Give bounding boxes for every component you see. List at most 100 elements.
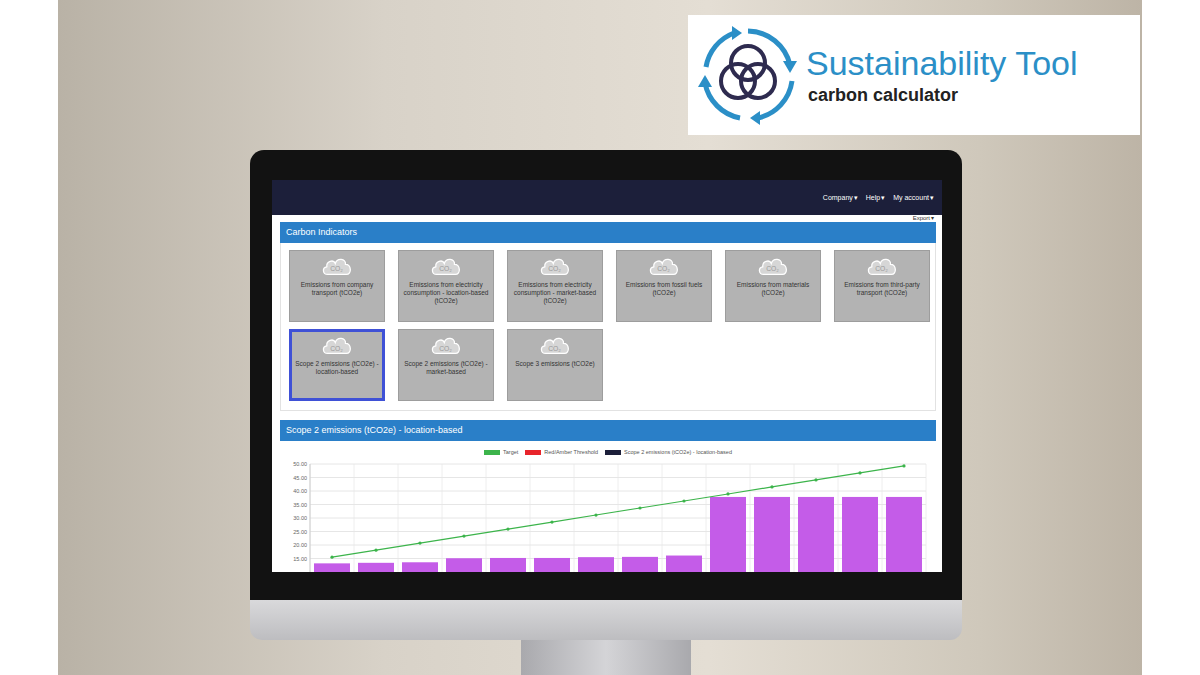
emissions-bar[interactable]: [534, 558, 570, 572]
emissions-bar[interactable]: [710, 497, 746, 572]
tile-label: Scope 3 emissions (tCO2e): [515, 360, 594, 368]
target-point[interactable]: [594, 513, 597, 516]
co2-cloud-icon: CO₂: [756, 255, 790, 277]
tile-label: Emissions from materials (tCO2e): [730, 281, 816, 297]
target-point[interactable]: [770, 485, 773, 488]
emissions-bar[interactable]: [798, 497, 834, 572]
indicator-tile[interactable]: CO₂ Emissions from company transport (tCO…: [289, 250, 385, 322]
emissions-bar[interactable]: [402, 562, 438, 572]
svg-text:CO₂: CO₂: [548, 345, 561, 352]
svg-text:CO₂: CO₂: [330, 345, 343, 352]
caret-icon: ▾: [854, 194, 858, 201]
y-axis: [310, 464, 311, 572]
emissions-bar[interactable]: [578, 557, 614, 572]
indicator-tile[interactable]: CO₂ Scope 2 emissions (tCO2e) - location-…: [289, 329, 385, 401]
panel-header: Carbon Indicators: [280, 222, 936, 243]
tile-label: Emissions from electricity consumption -…: [512, 281, 598, 305]
chart-panel: Scope 2 emissions (tCO2e) - location-bas…: [280, 420, 936, 572]
tile-grid: CO₂ Emissions from company transport (tCO…: [280, 243, 936, 411]
co2-cloud-icon: CO₂: [647, 255, 681, 277]
caret-icon: ▾: [930, 194, 934, 201]
monitor-stand: [521, 640, 691, 675]
target-point[interactable]: [374, 549, 377, 552]
legend-swatch-icon: [525, 450, 541, 455]
y-tick-label: 45.00: [293, 475, 307, 481]
target-point[interactable]: [858, 471, 861, 474]
legend-item[interactable]: Scope 2 emissions (tCO2e) - location-bas…: [605, 449, 732, 455]
chart-legend: Target Red/Amber Threshold Scope 2 emissio…: [280, 445, 936, 459]
bar-chart: 50.0045.0040.0035.0030.0025.0020.0015.00: [280, 459, 936, 572]
background-photo: Sustainability Toolcarbon calculator Comp…: [58, 0, 1142, 675]
co2-cloud-icon: CO₂: [429, 255, 463, 277]
indicator-tile[interactable]: CO₂ Emissions from electricity consumptio…: [507, 250, 603, 322]
y-tick-label: 30.00: [293, 515, 307, 521]
indicator-tile[interactable]: CO₂ Emissions from electricity consumptio…: [398, 250, 494, 322]
legend-item[interactable]: Target: [484, 449, 518, 455]
tile-label: Emissions from electricity consumption -…: [403, 281, 489, 305]
tile-label: Scope 2 emissions (tCO2e) - market-based: [403, 360, 489, 376]
tile-label: Emissions from fossil fuels (tCO2e): [621, 281, 707, 297]
target-point[interactable]: [726, 492, 729, 495]
logo: Sustainability Toolcarbon calculator: [688, 15, 1140, 135]
svg-text:CO₂: CO₂: [875, 266, 888, 273]
indicator-tile[interactable]: CO₂ Scope 2 emissions (tCO2e) - market-ba…: [398, 329, 494, 401]
nav-menu[interactable]: Help▾: [866, 194, 885, 202]
logo-subtitle: carbon calculator: [808, 84, 1078, 107]
svg-text:CO₂: CO₂: [766, 266, 779, 273]
indicator-tile[interactable]: CO₂ Emissions from fossil fuels (tCO2e): [616, 250, 712, 322]
co2-cloud-icon: CO₂: [429, 334, 463, 356]
target-point[interactable]: [506, 527, 509, 530]
target-point[interactable]: [814, 478, 817, 481]
indicator-tile[interactable]: CO₂ Scope 3 emissions (tCO2e): [507, 329, 603, 401]
tile-label: Emissions from company transport (tCO2e): [294, 281, 380, 297]
target-point[interactable]: [682, 499, 685, 502]
caret-icon: ▾: [881, 194, 885, 201]
svg-text:CO₂: CO₂: [330, 266, 343, 273]
tile-label: Emissions from third-party transport (tC…: [839, 281, 925, 297]
page: Sustainability Toolcarbon calculator Comp…: [0, 0, 1200, 675]
grid-line: [310, 464, 926, 465]
y-tick-label: 25.00: [293, 529, 307, 535]
target-point[interactable]: [638, 506, 641, 509]
navbar: Company▾ Help▾ My account▾: [272, 180, 942, 215]
logo-text: Sustainability Toolcarbon calculator: [806, 43, 1078, 107]
target-point[interactable]: [462, 534, 465, 537]
screen: Company▾ Help▾ My account▾ Export▾Carbon In…: [272, 180, 942, 572]
panel-header: Scope 2 emissions (tCO2e) - location-bas…: [280, 420, 936, 441]
co2-cloud-icon: CO₂: [538, 334, 572, 356]
y-tick-label: 15.00: [293, 556, 307, 562]
emissions-bar[interactable]: [314, 563, 350, 572]
logo-title: Sustainability Tool: [806, 43, 1078, 84]
indicator-tile[interactable]: CO₂ Emissions from third-party transport …: [834, 250, 930, 322]
export-button[interactable]: Export▾: [913, 215, 934, 222]
svg-text:CO₂: CO₂: [439, 266, 452, 273]
emissions-bar[interactable]: [754, 497, 790, 572]
legend-swatch-icon: [605, 450, 621, 455]
monitor-bezel: Company▾ Help▾ My account▾ Export▾Carbon In…: [250, 150, 962, 600]
svg-text:CO₂: CO₂: [439, 345, 452, 352]
co2-cloud-icon: CO₂: [320, 255, 354, 277]
nav-menu[interactable]: Company▾: [823, 194, 858, 202]
target-point[interactable]: [330, 556, 333, 559]
legend-item[interactable]: Red/Amber Threshold: [525, 449, 598, 455]
emissions-bar[interactable]: [842, 497, 878, 572]
nav-menu[interactable]: My account▾: [893, 194, 934, 202]
emissions-bar[interactable]: [666, 556, 702, 572]
target-point[interactable]: [902, 464, 905, 467]
svg-text:CO₂: CO₂: [548, 266, 561, 273]
y-tick-label: 35.00: [293, 502, 307, 508]
monitor: Company▾ Help▾ My account▾ Export▾Carbon In…: [250, 150, 962, 675]
emissions-bar[interactable]: [622, 557, 658, 572]
emissions-bar[interactable]: [490, 558, 526, 572]
tile-label: Scope 2 emissions (tCO2e) - location-bas…: [294, 360, 380, 376]
grid-line: [310, 464, 311, 572]
emissions-bar[interactable]: [358, 563, 394, 572]
emissions-bar[interactable]: [886, 497, 922, 572]
y-tick-label: 20.00: [293, 542, 307, 548]
indicator-tile[interactable]: CO₂ Emissions from materials (tCO2e): [725, 250, 821, 322]
co2-cloud-icon: CO₂: [320, 334, 354, 356]
legend-swatch-icon: [484, 450, 500, 455]
target-point[interactable]: [418, 542, 421, 545]
target-point[interactable]: [550, 520, 553, 523]
emissions-bar[interactable]: [446, 558, 482, 572]
